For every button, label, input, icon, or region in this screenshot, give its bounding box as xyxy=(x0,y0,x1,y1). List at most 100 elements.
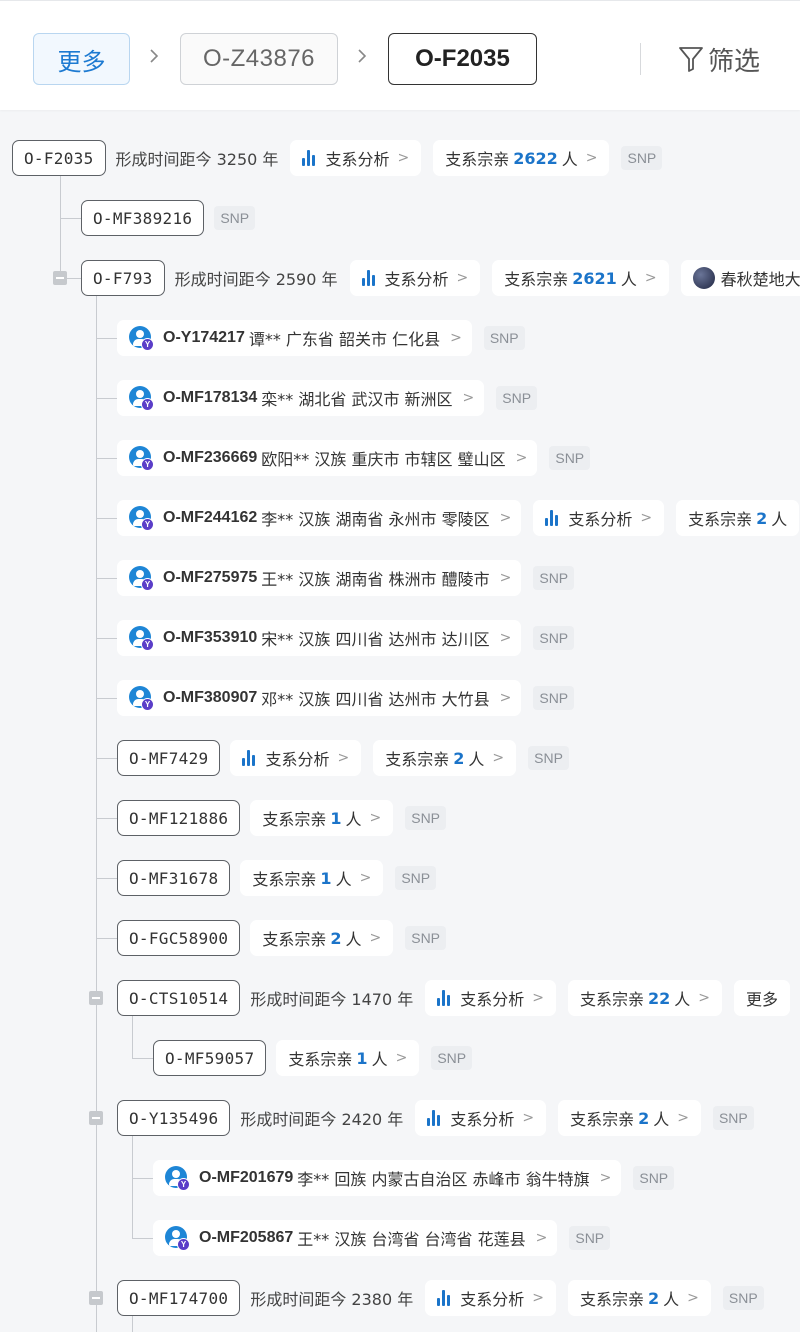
tree-node-row: O-F2035 形成时间距今 3250 年 支系分析 > 支系宗亲 2622 人… xyxy=(12,140,663,176)
branch-relatives-button[interactable]: 支系宗亲 1 人 > xyxy=(276,1040,420,1076)
haplogroup-code[interactable]: O-MF174700 xyxy=(117,1280,241,1316)
user-avatar-icon: Y xyxy=(129,566,154,591)
relatives-count: 2 xyxy=(756,508,768,528)
user-id: O-MF380907 xyxy=(163,689,258,706)
historical-period-button[interactable]: 春秋楚地大 xyxy=(680,260,800,296)
user-record-button[interactable]: Y O-MF275975 王** 汉族 湖南省 株洲市 醴陵市 > xyxy=(117,560,522,596)
filter-icon xyxy=(679,47,703,72)
branch-relatives-button[interactable]: 支系宗亲 1 人 > xyxy=(250,800,394,836)
user-info: 李** 汉族 湖南省 永州市 零陵区 xyxy=(261,510,490,529)
branch-analysis-button[interactable]: 支系分析 > xyxy=(533,500,665,536)
snp-badge[interactable]: SNP xyxy=(431,1046,473,1070)
formation-time: 形成时间距今 1470 年 xyxy=(250,990,414,1009)
snp-badge[interactable]: SNP xyxy=(569,1226,611,1250)
formation-time: 形成时间距今 2380 年 xyxy=(250,1290,414,1309)
relatives-count: 2 xyxy=(638,1108,650,1128)
collapse-toggle[interactable] xyxy=(53,271,67,285)
breadcrumb-current[interactable]: O-F2035 xyxy=(388,33,537,85)
snp-badge[interactable]: SNP xyxy=(533,626,575,650)
tree-line xyxy=(96,398,117,399)
tree-line xyxy=(96,698,117,699)
user-record-button[interactable]: Y O-MF244162 李** 汉族 湖南省 永州市 零陵区 > xyxy=(117,500,522,536)
branch-relatives-button[interactable]: 支系宗亲 2621 人 > xyxy=(492,260,669,296)
relatives-unit: 人 xyxy=(345,930,362,949)
snp-badge[interactable]: SNP xyxy=(405,926,447,950)
branch-analysis-button[interactable]: 支系分析 > xyxy=(230,740,362,776)
haplogroup-code[interactable]: O-MF31678 xyxy=(117,860,231,896)
more-button[interactable]: 更多 xyxy=(734,980,791,1016)
snp-badge[interactable]: SNP xyxy=(712,1106,754,1130)
user-avatar-icon: Y xyxy=(129,386,154,411)
breadcrumb-parent[interactable]: O-Z43876 xyxy=(180,33,338,85)
haplogroup-code[interactable]: O-MF59057 xyxy=(153,1040,267,1076)
branch-relatives-button[interactable]: 支系宗亲 2 人 > xyxy=(558,1100,701,1136)
snp-badge[interactable]: SNP xyxy=(405,806,447,830)
collapse-toggle[interactable] xyxy=(89,1111,103,1125)
branch-relatives-button[interactable]: 支系宗亲 2622 人 > xyxy=(433,140,610,176)
branch-analysis-button[interactable]: 支系分析 > xyxy=(349,260,481,296)
user-record-button[interactable]: Y O-MF236669 欧阳** 汉族 重庆市 市辖区 璧山区 > xyxy=(117,440,538,476)
user-record-button[interactable]: Y O-MF205867 王** 汉族 台湾省 台湾省 花莲县 > xyxy=(153,1220,558,1256)
user-info: 宋** 汉族 四川省 达州市 达川区 xyxy=(261,630,490,649)
haplogroup-code[interactable]: O-MF121886 xyxy=(117,800,241,836)
chevron-right-icon xyxy=(355,49,369,63)
snp-badge[interactable]: SNP xyxy=(395,866,437,890)
snp-badge[interactable]: SNP xyxy=(549,446,591,470)
relatives-count: 2 xyxy=(330,928,342,948)
branch-relatives-button[interactable]: 支系宗亲 2 人 > xyxy=(373,740,517,776)
more-button[interactable]: 更多 xyxy=(33,33,130,85)
relatives-label: 支系宗亲 xyxy=(288,1050,353,1069)
branch-relatives-button[interactable]: 支系宗亲 22 人 > xyxy=(567,980,723,1016)
haplogroup-code[interactable]: O-F2035 xyxy=(12,140,106,176)
branch-relatives-button[interactable]: 支系宗亲 2 人 > xyxy=(250,920,394,956)
tree-node-row: O-MF7429 支系分析 > 支系宗亲 2 人 > SNP xyxy=(117,740,569,776)
snp-badge[interactable]: SNP xyxy=(483,326,525,350)
tree-line xyxy=(132,1058,153,1059)
tree-line xyxy=(96,758,117,759)
user-record-button[interactable]: Y O-MF380907 邓** 汉族 四川省 达州市 大竹县 > xyxy=(117,680,522,716)
snp-badge[interactable]: SNP xyxy=(722,1286,764,1310)
branch-analysis-button[interactable]: 支系分析 > xyxy=(415,1100,547,1136)
user-id: O-MF205867 xyxy=(199,1229,294,1246)
branch-relatives-button[interactable]: 支系宗亲 2 人 xyxy=(676,500,800,536)
user-record-button[interactable]: Y O-MF178134 栾** 湖北省 武汉市 新洲区 > xyxy=(117,380,485,416)
chevron-right-icon: > xyxy=(515,450,528,466)
haplogroup-code[interactable]: O-CTS10514 xyxy=(117,980,241,1016)
chevron-right-icon: > xyxy=(337,750,350,766)
user-record-button[interactable]: Y O-MF353910 宋** 汉族 四川省 达州市 达川区 > xyxy=(117,620,522,656)
tree-line xyxy=(96,818,117,819)
haplogroup-code[interactable]: O-F793 xyxy=(81,260,165,296)
snp-badge[interactable]: SNP xyxy=(214,206,256,230)
tree-node-row: O-Y135496 形成时间距今 2420 年 支系分析 > 支系宗亲 2 人 … xyxy=(117,1100,754,1136)
snp-badge[interactable]: SNP xyxy=(496,386,538,410)
user-record-button[interactable]: Y O-MF201679 李** 回族 内蒙古自治区 赤峰市 翁牛特旗 > xyxy=(153,1160,622,1196)
haplogroup-code[interactable]: O-FGC58900 xyxy=(117,920,241,956)
user-id: O-MF201679 xyxy=(199,1169,294,1186)
snp-badge[interactable]: SNP xyxy=(533,566,575,590)
filter-button[interactable]: 筛选 xyxy=(678,41,760,77)
haplogroup-code[interactable]: O-Y135496 xyxy=(117,1100,231,1136)
relatives-unit: 人 xyxy=(335,870,352,889)
branch-analysis-button[interactable]: 支系分析 > xyxy=(425,1280,556,1316)
snp-badge[interactable]: SNP xyxy=(621,146,663,170)
chevron-right-icon: > xyxy=(532,1290,544,1306)
tree-line xyxy=(96,578,117,579)
haplogroup-code[interactable]: O-MF7429 xyxy=(117,740,221,776)
relatives-label: 支系宗亲 xyxy=(579,990,644,1009)
branch-relatives-button[interactable]: 支系宗亲 2 人 > xyxy=(567,1280,711,1316)
collapse-toggle[interactable] xyxy=(89,991,103,1005)
chevron-right-icon: > xyxy=(532,990,544,1006)
snp-badge[interactable]: SNP xyxy=(633,1166,675,1190)
collapse-toggle[interactable] xyxy=(89,1291,103,1305)
snp-badge[interactable]: SNP xyxy=(533,686,575,710)
branch-analysis-button[interactable]: 支系分析 > xyxy=(425,980,556,1016)
tree-line xyxy=(96,878,117,879)
snp-badge[interactable]: SNP xyxy=(528,746,569,770)
haplogroup-code[interactable]: O-MF389216 xyxy=(81,200,205,236)
branch-relatives-button[interactable]: 支系宗亲 1 人 > xyxy=(240,860,384,896)
tree-node-row: O-F793 形成时间距今 2590 年 支系分析 > 支系宗亲 2621 人 … xyxy=(81,260,800,296)
user-record-button[interactable]: Y O-Y174217 谭** 广东省 韶关市 仁化县 > xyxy=(117,320,472,356)
tree-node-row: O-MF121886 支系宗亲 1 人 > SNP xyxy=(117,800,447,836)
bar-chart-icon xyxy=(242,750,257,766)
branch-analysis-button[interactable]: 支系分析 > xyxy=(290,140,422,176)
